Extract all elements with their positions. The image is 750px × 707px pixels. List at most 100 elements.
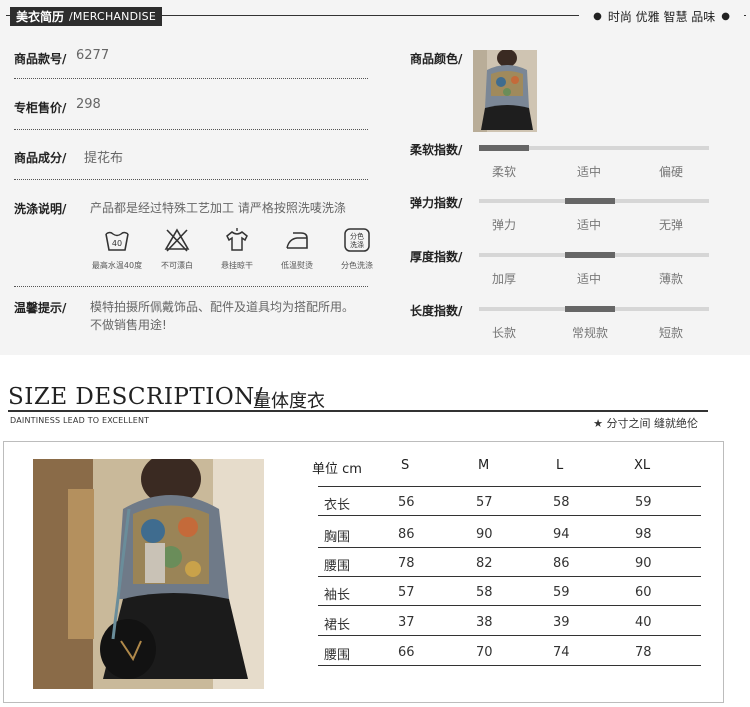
notice-label: 温馨提示/: [14, 301, 67, 315]
table-rule: [318, 576, 701, 577]
softness-high: 偏硬: [659, 165, 684, 179]
model-photo: [33, 459, 264, 689]
size-subtitle: DAINTINESS LEAD TO EXCELLENT: [10, 416, 150, 425]
product-color-thumbnail[interactable]: [473, 50, 537, 132]
table-cell: 57: [476, 495, 493, 510]
table-cell: 37: [398, 615, 415, 630]
material-label: 商品成分/: [14, 151, 67, 165]
length-mid: 常规款: [572, 326, 609, 340]
table-rule: [318, 515, 701, 516]
length-marker: [565, 306, 615, 312]
table-rule: [318, 486, 701, 487]
separate-wash-icon: 分色 洗涤: [344, 228, 370, 252]
care-item: 低温熨烫: [267, 226, 327, 271]
table-cell: 94: [553, 527, 570, 542]
thickness-label: 厚度指数/: [410, 250, 463, 264]
length-high: 短款: [659, 326, 684, 340]
price-label: 专柜售价/: [14, 101, 67, 115]
table-cell: 56: [398, 495, 415, 510]
header-slogan-text: 时尚 优雅 智慧 品味: [607, 10, 716, 24]
table-row-label: 衣长: [324, 498, 351, 513]
notice-line-1: 模特拍摄所佩戴饰品、配件及道具均为搭配所用。: [90, 300, 355, 314]
care-item: 40 最高水温40度: [87, 226, 147, 271]
table-cell: 58: [476, 585, 493, 600]
header-title-en: /MERCHANDISE: [69, 10, 157, 23]
softness-label: 柔软指数/: [410, 143, 463, 157]
table-cell: 58: [553, 495, 570, 510]
header-tag: 美衣简历 /MERCHANDISE: [10, 7, 163, 26]
table-cell: 57: [398, 585, 415, 600]
thickness-mid: 适中: [577, 272, 602, 286]
divider: [14, 78, 368, 79]
table-cell: 90: [635, 556, 652, 571]
size-table-header-l: L: [556, 458, 564, 473]
elasticity-label: 弹力指数/: [410, 196, 463, 210]
svg-text:洗涤: 洗涤: [350, 240, 364, 249]
style-no-label: 商品款号/: [14, 52, 67, 66]
care-caption: 分色洗涤: [341, 261, 373, 270]
length-low: 长款: [492, 326, 517, 340]
table-cell: 70: [476, 645, 493, 660]
table-cell: 74: [553, 645, 570, 660]
size-table-header-unit: 单位 cm: [312, 462, 362, 477]
low-iron-icon: [286, 232, 308, 249]
table-row-label: 胸围: [324, 530, 351, 545]
size-note: ★ 分寸之间 缝就绝伦: [593, 417, 698, 430]
table-cell: 39: [553, 615, 570, 630]
header-slogan: ● 时尚 优雅 智慧 品味 ●: [579, 7, 744, 26]
table-cell: 82: [476, 556, 493, 571]
hang-dry-icon: [226, 228, 248, 251]
header-title-cn: 美衣简历: [16, 10, 65, 24]
care-item: 悬挂晾干: [207, 226, 267, 271]
size-table-header-xl: XL: [634, 458, 651, 473]
size-table-header-s: S: [401, 458, 410, 473]
table-cell: 38: [476, 615, 493, 630]
table-rule: [318, 605, 701, 606]
table-rule: [318, 635, 701, 636]
table-cell: 86: [553, 556, 570, 571]
size-rule: [8, 410, 708, 412]
table-rule: [318, 547, 701, 548]
product-photo-icon: [473, 50, 537, 132]
elasticity-high: 无弹: [659, 218, 684, 232]
table-cell: 59: [553, 585, 570, 600]
length-label: 长度指数/: [410, 304, 463, 318]
thickness-low: 加厚: [492, 272, 517, 286]
care-caption: 最高水温40度: [91, 261, 143, 270]
table-cell: 60: [635, 585, 652, 600]
color-label: 商品颜色/: [410, 52, 463, 66]
table-cell: 59: [635, 495, 652, 510]
svg-text:40: 40: [112, 239, 122, 248]
softness-marker: [479, 145, 529, 151]
table-cell: 66: [398, 645, 415, 660]
table-cell: 90: [476, 527, 493, 542]
table-row-label: 腰围: [324, 559, 351, 574]
table-row-label: 裙长: [324, 618, 351, 633]
care-caption: 低温熨烫: [281, 261, 313, 270]
care-caption: 悬挂晾干: [221, 261, 253, 270]
notice-line-2: 不做销售用途!: [90, 318, 167, 332]
size-title-en: SIZE DESCRIPTION/: [8, 384, 264, 410]
bullet-icon: ●: [593, 11, 602, 22]
wash-40-icon: 40: [105, 231, 129, 251]
elasticity-mid: 适中: [577, 218, 602, 232]
material-value: 提花布: [84, 151, 124, 166]
wash-value: 产品都是经过特殊工艺加工 请严格按照洗唛洗涤: [90, 201, 346, 215]
wash-label: 洗涤说明/: [14, 202, 67, 216]
no-bleach-icon: [164, 228, 190, 252]
size-table-header-m: M: [478, 458, 490, 473]
table-cell: 86: [398, 527, 415, 542]
divider: [14, 179, 368, 180]
svg-text:分色: 分色: [350, 232, 364, 241]
style-no-value: 6277: [76, 48, 110, 63]
softness-low: 柔软: [492, 165, 517, 179]
care-item: 分色 洗涤 分色洗涤: [327, 226, 387, 271]
divider: [14, 129, 368, 130]
table-rule: [318, 665, 701, 666]
model-photo-icon: [33, 459, 264, 689]
table-row-label: 腰围: [324, 648, 351, 663]
table-cell: 78: [398, 556, 415, 571]
care-item: 不可漂白: [147, 226, 207, 271]
table-cell: 40: [635, 615, 652, 630]
table-cell: 78: [635, 645, 652, 660]
